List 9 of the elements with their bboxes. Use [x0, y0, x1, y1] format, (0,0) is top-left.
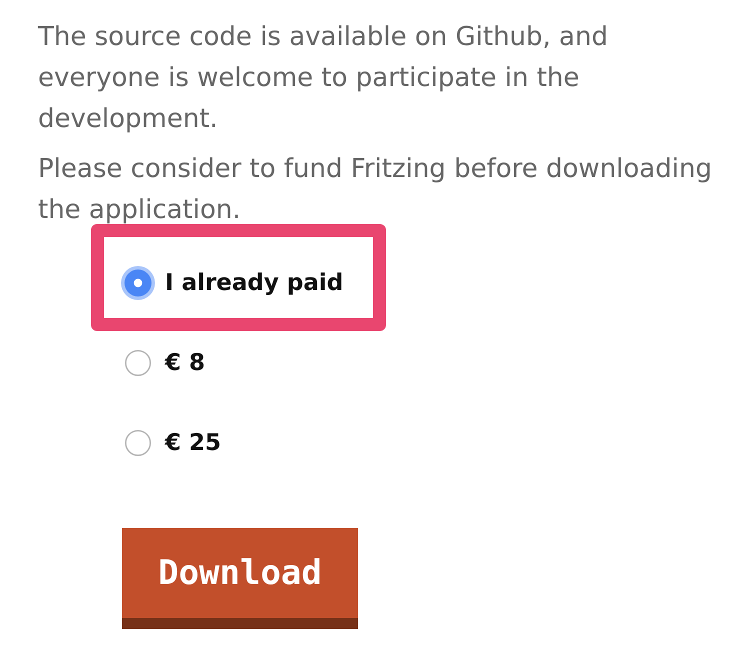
paragraph: Please consider to fund Fritzing before downloading the application. [38, 153, 713, 227]
download-button[interactable]: Download [122, 528, 358, 629]
option-label: I already paid [165, 269, 344, 298]
paragraph: The source code is available on Github, and everyone is welcome to participate in the development. [38, 21, 609, 136]
option-label: € 25 [165, 429, 222, 458]
radio-button[interactable] [125, 430, 151, 456]
option-label: € 8 [165, 349, 206, 378]
radio-button[interactable] [121, 266, 155, 300]
radio-button[interactable] [125, 350, 151, 376]
